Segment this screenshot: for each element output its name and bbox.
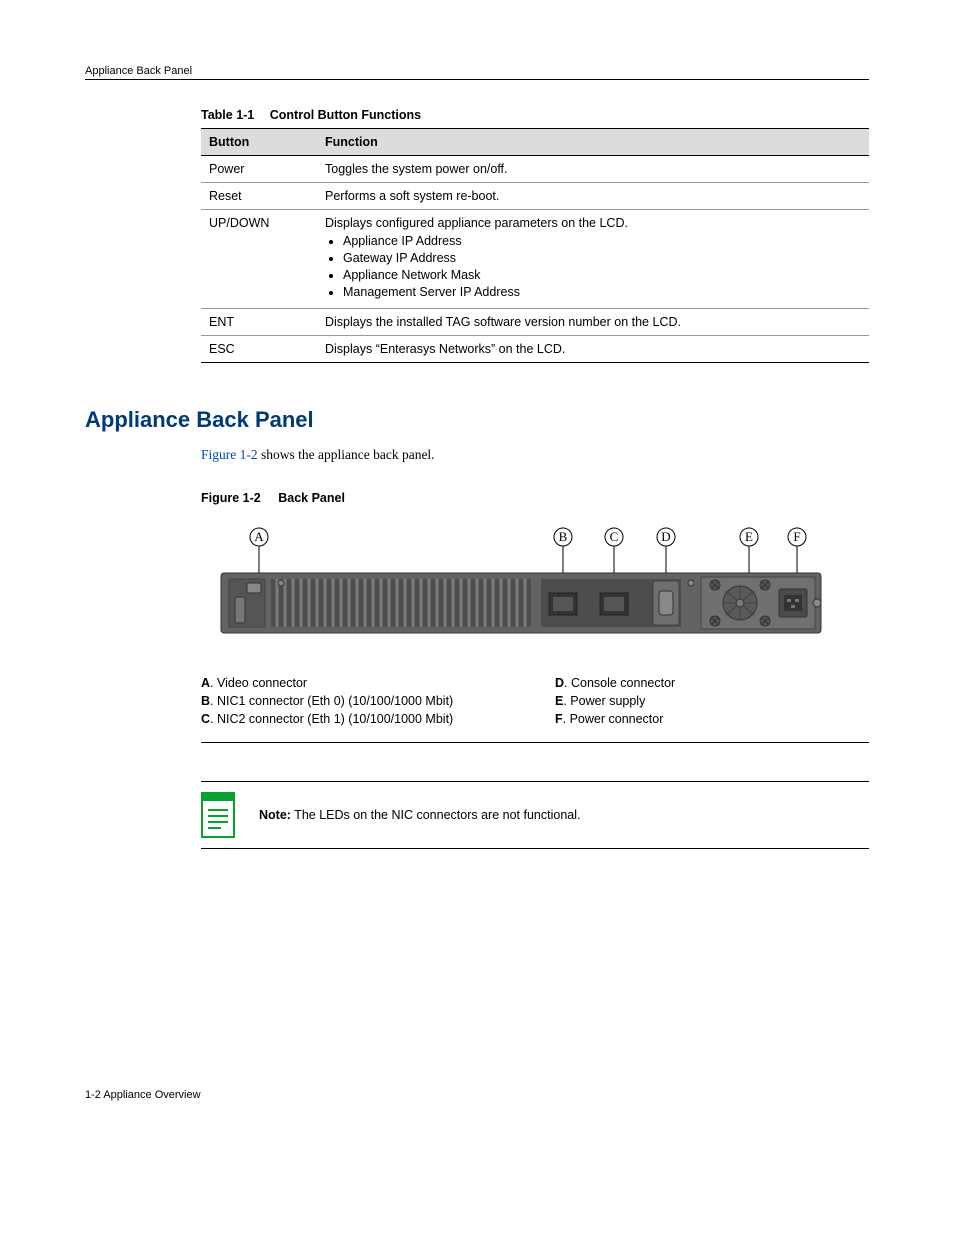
figure-legend: A. Video connector B. NIC1 connector (Et… xyxy=(201,658,869,743)
list-item: Management Server IP Address xyxy=(343,285,861,299)
control-button-table: Button Function Power Toggles the system… xyxy=(201,128,869,363)
cell-function: Displays configured appliance parameters… xyxy=(317,210,869,309)
callout-b: B xyxy=(559,529,568,544)
list-item: Appliance IP Address xyxy=(343,234,861,248)
legend-item: D. Console connector xyxy=(555,676,869,690)
cell-function: Displays the installed TAG software vers… xyxy=(317,309,869,336)
callout-d: D xyxy=(661,529,670,544)
list-item: Appliance Network Mask xyxy=(343,268,861,282)
note-body: The LEDs on the NIC connectors are not f… xyxy=(291,808,581,822)
figure-caption-title: Back Panel xyxy=(278,491,345,505)
th-function: Function xyxy=(317,129,869,156)
table-row: ENT Displays the installed TAG software … xyxy=(201,309,869,336)
legend-item: F. Power connector xyxy=(555,712,869,726)
figure-caption: Figure 1-2 Back Panel xyxy=(201,491,869,505)
cell-button: ESC xyxy=(201,336,317,363)
cell-function-text: Displays configured appliance parameters… xyxy=(325,216,628,230)
legend-col-left: A. Video connector B. NIC1 connector (Et… xyxy=(201,672,515,730)
legend-col-right: D. Console connector E. Power supply F. … xyxy=(555,672,869,730)
table-caption-title: Control Button Functions xyxy=(270,108,421,122)
table-row: Reset Performs a soft system re-boot. xyxy=(201,183,869,210)
table-row: UP/DOWN Displays configured appliance pa… xyxy=(201,210,869,309)
cell-button: Reset xyxy=(201,183,317,210)
cell-button: ENT xyxy=(201,309,317,336)
page-footer: 1-2 Appliance Overview xyxy=(85,1089,869,1101)
back-panel-svg: A B C D E F xyxy=(201,525,841,655)
cell-function: Performs a soft system re-boot. xyxy=(317,183,869,210)
page-header: Appliance Back Panel xyxy=(85,65,869,80)
th-button: Button xyxy=(201,129,317,156)
legend-item: B. NIC1 connector (Eth 0) (10/100/1000 M… xyxy=(201,694,515,708)
figure-cross-reference[interactable]: Figure 1‑2 xyxy=(201,447,258,462)
callout-f: F xyxy=(793,529,800,544)
intro-text: shows the appliance back panel. xyxy=(258,447,435,462)
legend-item: E. Power supply xyxy=(555,694,869,708)
table-caption: Table 1-1 Control Button Functions xyxy=(201,108,869,122)
legend-item: C. NIC2 connector (Eth 1) (10/100/1000 M… xyxy=(201,712,515,726)
cell-function: Toggles the system power on/off. xyxy=(317,156,869,183)
figure-caption-number: Figure 1-2 xyxy=(201,491,261,505)
table-caption-number: Table 1-1 xyxy=(201,108,254,122)
callout-e: E xyxy=(745,529,753,544)
cell-function: Displays “Enterasys Networks” on the LCD… xyxy=(317,336,869,363)
cell-button: UP/DOWN xyxy=(201,210,317,309)
cell-button: Power xyxy=(201,156,317,183)
note-block: Note: The LEDs on the NIC connectors are… xyxy=(201,781,869,849)
back-panel-figure: A B C D E F xyxy=(201,525,869,658)
table-row: Power Toggles the system power on/off. xyxy=(201,156,869,183)
callout-a: A xyxy=(254,529,264,544)
cell-function-list: Appliance IP Address Gateway IP Address … xyxy=(325,234,861,299)
callout-c: C xyxy=(610,529,619,544)
note-icon xyxy=(201,792,235,838)
table-row: ESC Displays “Enterasys Networks” on the… xyxy=(201,336,869,363)
note-label: Note: xyxy=(259,808,291,822)
list-item: Gateway IP Address xyxy=(343,251,861,265)
note-text: Note: The LEDs on the NIC connectors are… xyxy=(259,808,580,822)
section-heading: Appliance Back Panel xyxy=(85,407,869,433)
legend-item: A. Video connector xyxy=(201,676,515,690)
intro-paragraph: Figure 1‑2 shows the appliance back pane… xyxy=(201,447,869,463)
